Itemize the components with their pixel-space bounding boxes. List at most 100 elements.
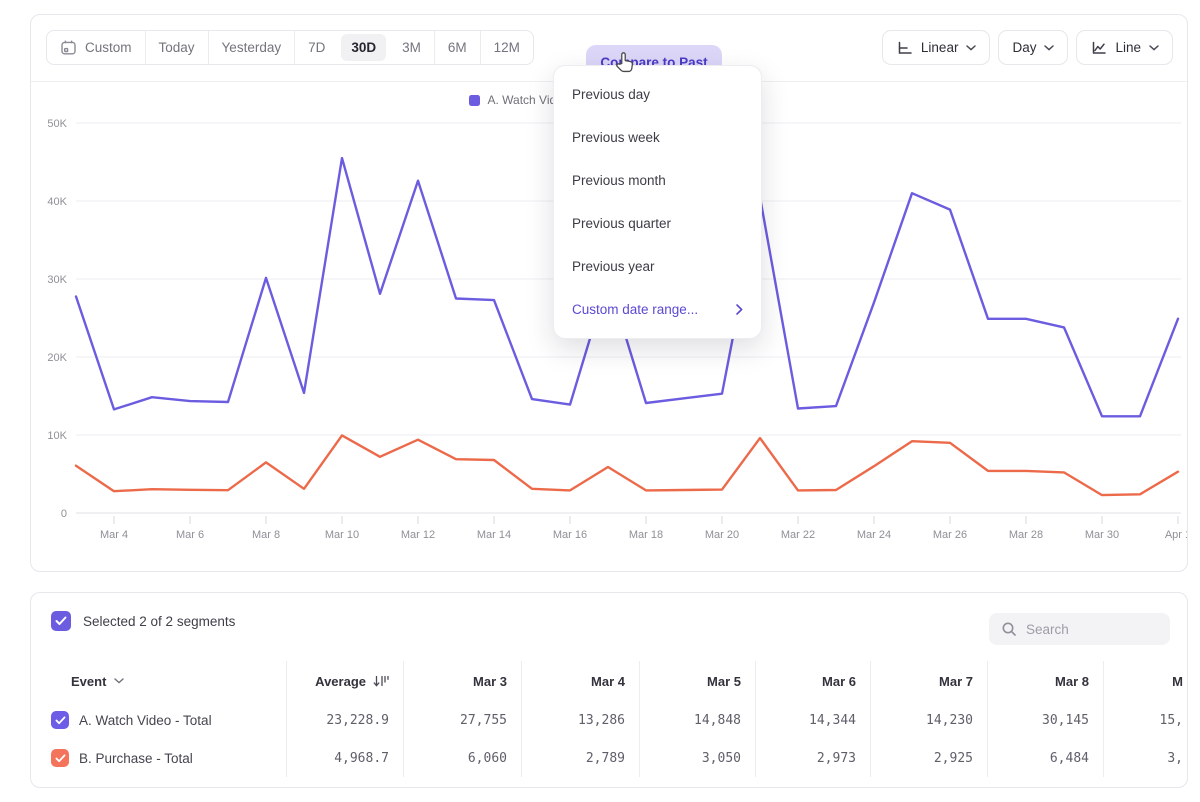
segment-checkbox[interactable]	[51, 711, 69, 729]
menu-item-previous-week[interactable]: Previous week	[554, 116, 761, 159]
chart-type-dropdown-label: Line	[1115, 40, 1141, 55]
x-axis-label: Mar 12	[401, 529, 435, 541]
column-header-mar-7[interactable]: Mar 7	[870, 661, 987, 701]
value-text: 14,344	[809, 713, 856, 728]
date-range-custom[interactable]: Custom	[47, 31, 145, 64]
interval-dropdown-button[interactable]: Day	[998, 30, 1068, 65]
date-range-7d[interactable]: 7D	[295, 31, 338, 64]
menu-item-previous-quarter[interactable]: Previous quarter	[554, 202, 761, 245]
value-text: 2,973	[817, 751, 856, 766]
scale-dropdown-label: Linear	[921, 40, 959, 55]
scale-dropdown-button[interactable]: Linear	[882, 30, 991, 65]
value-cell: 15,	[1103, 701, 1188, 739]
column-header-label: Mar 8	[1055, 674, 1089, 689]
column-header-average[interactable]: Average	[286, 661, 403, 701]
value-cell: 2,925	[870, 739, 987, 777]
value-text: 3,050	[702, 751, 741, 766]
y-axis-label: 0	[61, 508, 67, 520]
date-range-30d[interactable]: 30D	[341, 34, 386, 61]
segment-event-cell[interactable]: A. Watch Video - Total	[31, 701, 286, 739]
event-column-header[interactable]: Event	[31, 661, 286, 701]
segment-name: A. Watch Video - Total	[79, 713, 212, 728]
value-cell: 6,484	[987, 739, 1103, 777]
date-range-today[interactable]: Today	[146, 31, 208, 64]
menu-item-previous-day[interactable]: Previous day	[554, 73, 761, 116]
value-cell: 2,789	[521, 739, 639, 777]
chevron-right-icon	[736, 304, 743, 315]
y-axis-label: 40K	[47, 196, 67, 208]
menu-item-previous-month[interactable]: Previous month	[554, 159, 761, 202]
date-range-yesterday[interactable]: Yesterday	[209, 31, 295, 64]
date-range-6m[interactable]: 6M	[435, 31, 480, 64]
column-header-label: M	[1172, 674, 1183, 689]
compare-to-past-menu: Previous dayPrevious weekPrevious monthP…	[553, 65, 762, 339]
table-row: B. Purchase - Total4,968.76,0602,7893,05…	[31, 739, 1188, 777]
value-cell: 14,344	[755, 701, 870, 739]
value-text: 4,968.7	[334, 751, 389, 766]
value-cell: 3,050	[639, 739, 755, 777]
menu-item-previous-year[interactable]: Previous year	[554, 245, 761, 288]
date-range-3m[interactable]: 3M	[389, 31, 434, 64]
value-cell: 27,755	[403, 701, 521, 739]
value-text: 2,925	[934, 751, 973, 766]
segment-checkbox[interactable]	[51, 749, 69, 767]
x-axis-label: Mar 8	[252, 529, 280, 541]
column-header-mar-4[interactable]: Mar 4	[521, 661, 639, 701]
menu-item-custom-date-range[interactable]: Custom date range...	[554, 288, 761, 331]
date-range-12m[interactable]: 12M	[481, 31, 533, 64]
column-header-label: Average	[315, 674, 366, 689]
segment-event-cell[interactable]: B. Purchase - Total	[31, 739, 286, 777]
value-text: 15,	[1160, 713, 1183, 728]
value-text: 14,230	[926, 713, 973, 728]
x-axis-label: Mar 22	[781, 529, 815, 541]
segment-name: B. Purchase - Total	[79, 751, 193, 766]
y-axis-label: 20K	[47, 352, 67, 364]
x-axis-label: Mar 16	[553, 529, 587, 541]
x-axis-label: Mar 4	[100, 529, 128, 541]
value-cell: 3,	[1103, 739, 1188, 777]
value-text: 6,484	[1050, 751, 1089, 766]
y-axis-label: 10K	[47, 430, 67, 442]
selected-segments-summary: Selected 2 of 2 segments	[83, 614, 235, 629]
table-header-row: Event Average Mar 3Mar 4 Mar 5 Mar 6 Mar 7 Mar…	[31, 661, 1188, 701]
value-text: 3,	[1167, 751, 1183, 766]
value-text: 27,755	[460, 713, 507, 728]
select-all-checkbox[interactable]	[51, 611, 71, 631]
column-header-mar-8[interactable]: Mar 8	[987, 661, 1103, 701]
value-cell: 2,973	[755, 739, 870, 777]
date-range-label: Custom	[85, 40, 132, 55]
calendar-icon	[60, 39, 77, 56]
chevron-down-icon	[114, 678, 124, 684]
column-header-m[interactable]: M	[1103, 661, 1188, 701]
column-header-label: Mar 5	[707, 674, 741, 689]
segments-card: Selected 2 of 2 segments Event Average Mar…	[30, 592, 1188, 788]
search-box[interactable]	[989, 613, 1170, 645]
chevron-down-icon	[1149, 45, 1159, 51]
x-axis-label: Mar 28	[1009, 529, 1043, 541]
value-cell: 4,968.7	[286, 739, 403, 777]
search-input[interactable]	[1026, 622, 1158, 637]
value-text: 2,789	[586, 751, 625, 766]
column-header-label: Mar 7	[939, 674, 973, 689]
y-axis-label: 30K	[47, 274, 67, 286]
series-line[interactable]	[76, 435, 1178, 495]
value-text: 13,286	[578, 713, 625, 728]
column-header-mar-5[interactable]: Mar 5	[639, 661, 755, 701]
chart-type-dropdown-button[interactable]: Line	[1076, 30, 1173, 65]
column-header-mar-3[interactable]: Mar 3	[403, 661, 521, 701]
interval-dropdown-label: Day	[1012, 40, 1036, 55]
x-axis-label: Mar 10	[325, 529, 359, 541]
x-axis-label: Mar 30	[1085, 529, 1119, 541]
sort-descending-icon	[373, 675, 389, 688]
legend-swatch	[469, 95, 480, 106]
custom-date-range-label: Custom date range...	[572, 302, 698, 317]
x-axis-label: Mar 6	[176, 529, 204, 541]
x-axis-label: Apr 1	[1165, 529, 1187, 541]
column-header-mar-6[interactable]: Mar 6	[755, 661, 870, 701]
value-cell: 13,286	[521, 701, 639, 739]
segments-table: Event Average Mar 3Mar 4 Mar 5 Mar 6 Mar 7 Mar…	[31, 661, 1188, 777]
date-range-label: 6M	[448, 40, 467, 55]
event-header-label: Event	[71, 674, 106, 689]
date-range-label: Yesterday	[222, 40, 282, 55]
date-range-label: 12M	[494, 40, 520, 55]
